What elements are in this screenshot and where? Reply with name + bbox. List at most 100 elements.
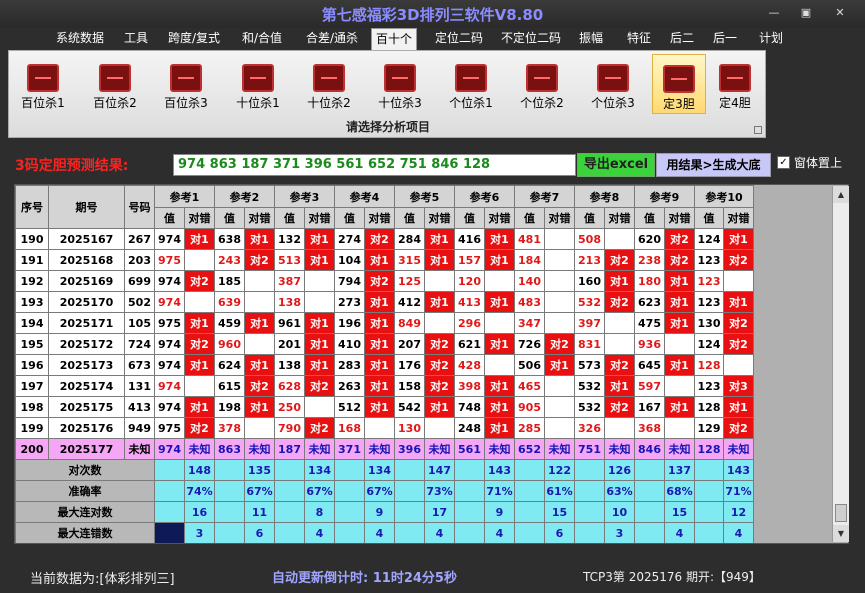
ribbon-expand-icon[interactable] <box>754 126 762 134</box>
row-seq: 193 <box>15 291 49 313</box>
row-period: 2025167 <box>48 228 125 250</box>
table-row[interactable]: 191 2025168 203 975 243 对2 513 对1 104 对1 315 对1 157 对… <box>15 249 754 271</box>
group-header[interactable]: 参考2 <box>214 185 275 208</box>
export-excel-button[interactable]: 导出excel <box>577 153 655 177</box>
cell-mark: 对2 <box>723 333 754 355</box>
prediction-result-field[interactable]: 974 863 187 371 396 561 652 751 846 128 <box>173 154 576 176</box>
column-header[interactable]: 号码 <box>124 185 155 229</box>
ribbon-button-10[interactable]: 定3胆 <box>652 54 706 114</box>
ribbon-button-6[interactable]: 十位杀3 <box>369 54 431 114</box>
menu-item-10[interactable]: 特征 <box>622 28 656 50</box>
minimize-button[interactable]: — <box>760 4 788 21</box>
group-header[interactable]: 参考8 <box>574 185 635 208</box>
menu-item-3[interactable]: 跨度/复式 <box>163 28 225 50</box>
stats-value: 137 <box>664 459 695 481</box>
sub-header-mark[interactable]: 对错 <box>544 207 575 229</box>
prediction-row[interactable]: 200 2025177 未知 974 未知 863 未知 187 未知 371 未知 396 未知 561… <box>15 438 754 460</box>
menu-item-1[interactable]: 系统数据 <box>53 28 107 50</box>
group-header[interactable]: 参考6 <box>454 185 515 208</box>
table-row[interactable]: 190 2025167 267 974 对1 638 对1 132 对1 274 对2 284 对1 41… <box>15 228 754 250</box>
maximize-button[interactable]: ▣ <box>792 4 820 21</box>
column-header[interactable]: 期号 <box>48 185 125 229</box>
sub-header-mark[interactable]: 对错 <box>604 207 635 229</box>
cell-value: 975 <box>154 312 185 334</box>
vertical-scrollbar[interactable]: ▲ ▼ <box>832 186 849 542</box>
group-header[interactable]: 参考3 <box>274 185 335 208</box>
cell-mark <box>723 270 754 292</box>
ribbon-button-5[interactable]: 十位杀2 <box>298 54 360 114</box>
scroll-up-icon[interactable]: ▲ <box>833 186 849 203</box>
sub-header-mark[interactable]: 对错 <box>723 207 754 229</box>
cell-mark: 对1 <box>484 375 515 397</box>
sub-header-mark[interactable]: 对错 <box>484 207 515 229</box>
menu-item-13[interactable]: 计划 <box>755 28 787 50</box>
group-header[interactable]: 参考7 <box>514 185 575 208</box>
sub-header-value[interactable]: 值 <box>334 207 365 229</box>
cell-value: 532 <box>574 375 605 397</box>
menu-item-12[interactable]: 后一 <box>709 28 741 50</box>
sub-header-value[interactable]: 值 <box>634 207 665 229</box>
group-header[interactable]: 参考5 <box>394 185 455 208</box>
cell-mark <box>244 417 275 439</box>
menu-item-6[interactable]: 百十个 <box>371 28 417 50</box>
ribbon-button-4[interactable]: 十位杀1 <box>227 54 289 114</box>
ribbon-button-2[interactable]: 百位杀2 <box>85 54 145 114</box>
sub-header-mark[interactable]: 对错 <box>424 207 455 229</box>
menu-item-9[interactable]: 振幅 <box>576 28 606 50</box>
group-header[interactable]: 参考10 <box>694 185 754 208</box>
stay-on-top-checkbox[interactable]: ✓ <box>777 156 790 169</box>
table-row[interactable]: 199 2025176 949 975 对2 378 790 对2 168 130 248 对1 285… <box>15 417 754 439</box>
close-button[interactable]: ✕ <box>826 4 854 21</box>
menu-item-5[interactable]: 合差/通杀 <box>300 28 364 50</box>
cell-mark <box>544 291 575 313</box>
cell-value: 187 <box>274 438 305 460</box>
sub-header-value[interactable]: 值 <box>394 207 425 229</box>
menu-item-2[interactable]: 工具 <box>120 28 152 50</box>
cell-value: 561 <box>454 438 485 460</box>
sub-header-value[interactable]: 值 <box>274 207 305 229</box>
table-row[interactable]: 193 2025170 502 974 639 138 273 对1 412 对1 413 对1 483… <box>15 291 754 313</box>
sub-header-value[interactable]: 值 <box>154 207 185 229</box>
stats-spacer <box>214 459 245 481</box>
sub-header-value[interactable]: 值 <box>514 207 545 229</box>
table-row[interactable]: 197 2025174 131 974 615 对2 628 对2 263 对1 158 对2 398 对… <box>15 375 754 397</box>
stats-value: 71% <box>723 480 754 502</box>
menu-item-11[interactable]: 后二 <box>667 28 697 50</box>
group-header[interactable]: 参考1 <box>154 185 215 208</box>
sub-header-mark[interactable]: 对错 <box>664 207 695 229</box>
table-row[interactable]: 195 2025172 724 974 对2 960 201 对1 410 对1 207 对2 621 对… <box>15 333 754 355</box>
sub-header-value[interactable]: 值 <box>574 207 605 229</box>
generate-base-button[interactable]: 用结果>生成大底 <box>656 153 771 177</box>
menu-item-8[interactable]: 不定位二码 <box>498 28 564 50</box>
sub-header-mark[interactable]: 对错 <box>364 207 395 229</box>
menu-item-4[interactable]: 和/合值 <box>238 28 286 50</box>
group-header[interactable]: 参考9 <box>634 185 695 208</box>
ribbon-button-9[interactable]: 个位杀3 <box>582 54 644 114</box>
sub-header-value[interactable]: 值 <box>454 207 485 229</box>
menu-item-7[interactable]: 定位二码 <box>431 28 487 50</box>
table-row[interactable]: 198 2025175 413 974 对1 198 对1 250 512 对1 542 对1 748 对… <box>15 396 754 418</box>
table-row[interactable]: 194 2025171 105 975 对1 459 对1 961 对1 196 对1 849 296 3… <box>15 312 754 334</box>
ribbon-button-11[interactable]: 定4胆 <box>709 54 761 114</box>
ribbon-button-7[interactable]: 个位杀1 <box>440 54 502 114</box>
sub-header-mark[interactable]: 对错 <box>244 207 275 229</box>
row-period: 2025168 <box>48 249 125 271</box>
cell-value: 639 <box>214 291 245 313</box>
group-header[interactable]: 参考4 <box>334 185 395 208</box>
ribbon-button-8[interactable]: 个位杀2 <box>511 54 573 114</box>
sub-header-value[interactable]: 值 <box>694 207 724 229</box>
scroll-down-icon[interactable]: ▼ <box>833 525 849 542</box>
ribbon-button-3[interactable]: 百位杀3 <box>156 54 216 114</box>
cell-mark: 对1 <box>304 354 335 376</box>
sub-header-mark[interactable]: 对错 <box>184 207 215 229</box>
scroll-thumb[interactable] <box>835 504 847 522</box>
column-header[interactable]: 序号 <box>15 185 49 229</box>
sub-header-value[interactable]: 值 <box>214 207 245 229</box>
cell-value: 387 <box>274 270 305 292</box>
sub-header-mark[interactable]: 对错 <box>304 207 335 229</box>
table-row[interactable]: 192 2025169 699 974 对2 185 387 794 对2 125 120 140 16… <box>15 270 754 292</box>
ribbon-button-1[interactable]: 百位杀1 <box>13 54 73 114</box>
table-row[interactable]: 196 2025173 673 974 对1 624 对1 138 对1 283 对1 176 对2 42… <box>15 354 754 376</box>
cell-mark <box>304 270 335 292</box>
cell-value: 573 <box>574 354 605 376</box>
